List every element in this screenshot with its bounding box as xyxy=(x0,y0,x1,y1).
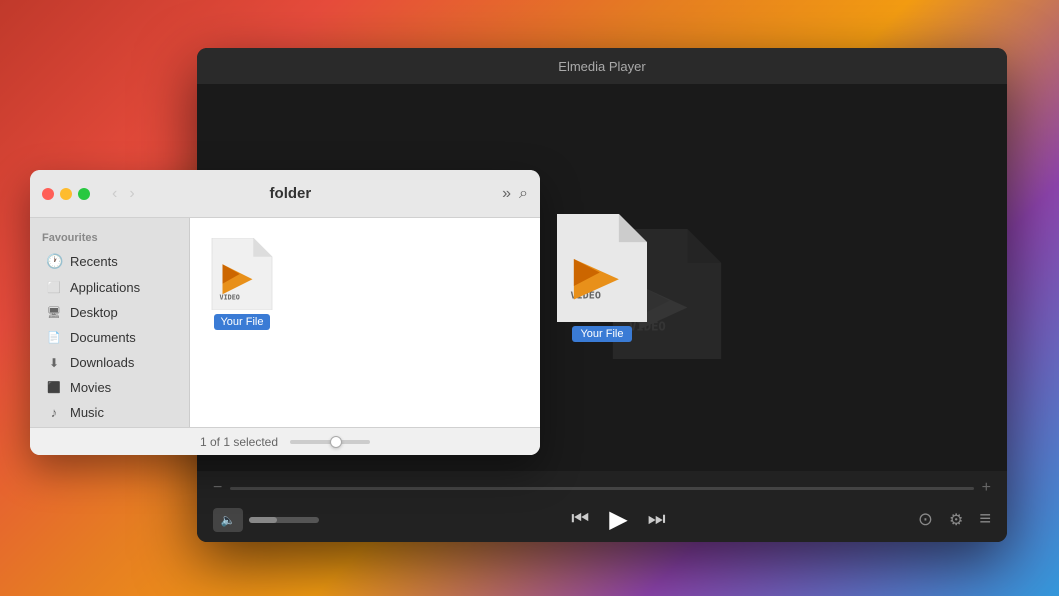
finder-window: ‹ › folder » ⌕ Favourites 🕐 Recents ⬜ Ap… xyxy=(30,170,540,455)
slider-track xyxy=(290,440,370,444)
volume-icon: 🔈 xyxy=(221,513,236,527)
file-name-badge: Your File xyxy=(214,314,269,330)
sidebar-label-desktop: Desktop xyxy=(70,305,118,320)
svg-text:VIDEO: VIDEO xyxy=(220,294,240,302)
search-button[interactable]: ⌕ xyxy=(519,185,528,203)
recents-icon: 🕐 xyxy=(46,253,62,270)
applications-icon: ⬜ xyxy=(46,281,62,294)
next-button[interactable]: ⏭ xyxy=(648,508,666,531)
settings-button[interactable]: ⚙ xyxy=(949,510,963,530)
status-text: 1 of 1 selected xyxy=(200,435,278,449)
documents-icon: 📄 xyxy=(46,331,62,344)
sidebar-label-movies: Movies xyxy=(70,380,111,395)
file-grid: VIDEO Your File xyxy=(206,234,524,411)
sidebar-item-downloads[interactable]: ⬇ Downloads xyxy=(34,350,185,375)
controls-row: 🔈 ⏮ ▶ ⏭ ⊙ ⚙ ≡ xyxy=(213,505,991,534)
player-file-display: VIDEO VIDEO Your File xyxy=(557,214,647,342)
playlist-button[interactable]: ≡ xyxy=(979,508,991,531)
sidebar-item-desktop[interactable]: 🖥 Desktop xyxy=(34,300,185,325)
playback-controls: ⏮ ▶ ⏭ xyxy=(571,505,665,534)
progress-minus-icon[interactable]: − xyxy=(213,479,222,497)
volume-slider[interactable] xyxy=(249,517,319,523)
airplay-button[interactable]: ⊙ xyxy=(918,509,933,530)
progress-track[interactable] xyxy=(230,487,973,490)
file-icon-svg: VIDEO xyxy=(557,214,647,322)
progress-plus-icon[interactable]: + xyxy=(982,479,991,497)
volume-control: 🔈 xyxy=(213,508,319,532)
prev-button[interactable]: ⏮ xyxy=(571,508,589,531)
sidebar-item-music[interactable]: ♪ Music xyxy=(34,400,185,425)
play-button[interactable]: ▶ xyxy=(609,505,627,534)
finder-sidebar: Favourites 🕐 Recents ⬜ Applications 🖥 De… xyxy=(30,218,190,427)
slider-thumb xyxy=(330,436,342,448)
sidebar-label-music: Music xyxy=(70,405,104,420)
folder-title: folder xyxy=(89,185,492,202)
minimize-button[interactable] xyxy=(60,188,72,200)
icon-size-slider[interactable] xyxy=(290,440,370,444)
sidebar-label-documents: Documents xyxy=(70,330,136,345)
finder-statusbar: 1 of 1 selected xyxy=(30,427,540,455)
progress-bar-container: − + xyxy=(213,479,991,497)
file-icon-main: VIDEO Your File xyxy=(557,214,647,342)
traffic-lights xyxy=(42,188,90,200)
player-title: Elmedia Player xyxy=(558,59,645,74)
finder-body: Favourites 🕐 Recents ⬜ Applications 🖥 De… xyxy=(30,218,540,427)
sidebar-label-applications: Applications xyxy=(70,280,140,295)
music-icon: ♪ xyxy=(46,405,62,420)
sidebar-item-documents[interactable]: 📄 Documents xyxy=(34,325,185,350)
player-file-label: Your File xyxy=(572,326,631,342)
sidebar-item-recents[interactable]: 🕐 Recents xyxy=(34,248,185,275)
finder-titlebar: ‹ › folder » ⌕ xyxy=(30,170,540,218)
sidebar-label-downloads: Downloads xyxy=(70,355,134,370)
player-titlebar: Elmedia Player xyxy=(197,48,1007,84)
sidebar-item-movies[interactable]: ⬛ Movies xyxy=(34,375,185,400)
movies-icon: ⬛ xyxy=(46,381,62,394)
view-options-button[interactable]: » xyxy=(502,185,511,203)
desktop-icon: 🖥 xyxy=(46,306,62,319)
sidebar-label-recents: Recents xyxy=(70,254,118,269)
player-controls-area: − + 🔈 ⏮ ▶ ⏭ ⊙ ⚙ ≡ xyxy=(197,471,1007,542)
favourites-label: Favourites xyxy=(30,228,189,248)
close-button[interactable] xyxy=(42,188,54,200)
file-item[interactable]: VIDEO Your File xyxy=(206,234,278,411)
finder-files-area: VIDEO Your File xyxy=(190,218,540,427)
file-icon-finder: VIDEO xyxy=(210,238,274,310)
right-controls: ⊙ ⚙ ≡ xyxy=(918,508,991,531)
finder-nav-right: » ⌕ xyxy=(502,185,528,203)
sidebar-item-applications[interactable]: ⬜ Applications xyxy=(34,275,185,300)
downloads-icon: ⬇ xyxy=(46,356,62,370)
volume-button[interactable]: 🔈 xyxy=(213,508,243,532)
